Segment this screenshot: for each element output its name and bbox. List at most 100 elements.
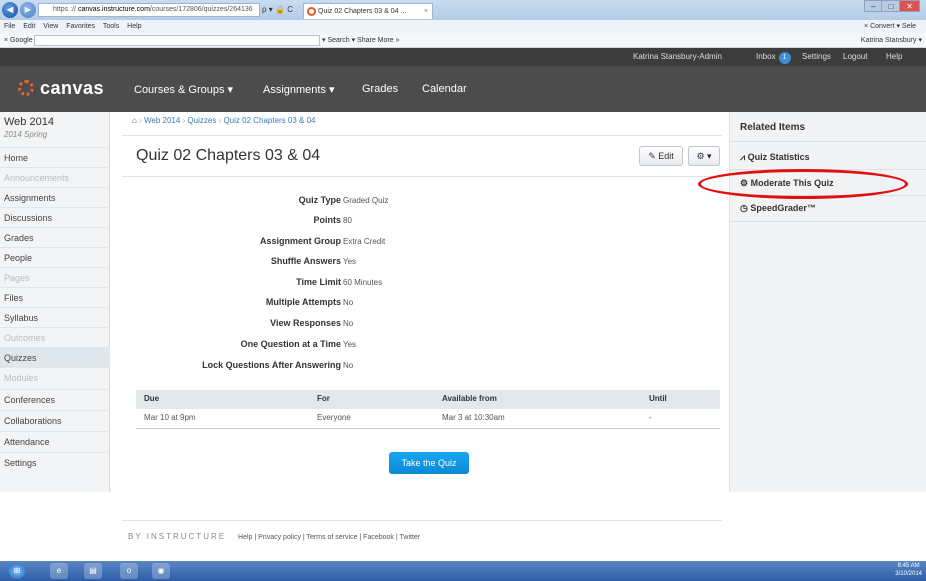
canvas-favicon-icon xyxy=(307,7,316,16)
menu-view[interactable]: View xyxy=(43,23,58,30)
sidebar-item-pages[interactable]: Pages xyxy=(0,267,110,287)
edit-button[interactable]: ✎ Edit xyxy=(639,146,683,166)
menu-tools[interactable]: Tools xyxy=(103,23,119,30)
google-search-input[interactable] xyxy=(34,35,320,46)
settings-menu-button[interactable]: ⚙ ▾ xyxy=(688,146,720,166)
sidebar-item-settings[interactable]: Settings xyxy=(0,452,110,472)
nav-grades[interactable]: Grades xyxy=(362,83,398,95)
user-name-link[interactable]: Katrina Stansbury-Admin xyxy=(633,48,722,66)
help-link[interactable]: Help xyxy=(886,48,902,66)
url-path: /courses/172806/quizzes/264136 xyxy=(149,6,253,13)
quiz-statistics-link[interactable]: ⩘ Quiz Statistics xyxy=(740,152,920,163)
address-tools[interactable]: ρ ▾ 🔒 C xyxy=(262,5,293,14)
canvas-logo[interactable]: canvas xyxy=(18,78,104,99)
divider xyxy=(122,176,722,177)
divider xyxy=(730,141,926,142)
detail-value: Yes xyxy=(343,340,357,349)
browser-titlebar: ◄ ► https :// canvas.instructure.com/cou… xyxy=(0,0,926,20)
logout-link[interactable]: Logout xyxy=(843,48,867,66)
menu-favorites[interactable]: Favorites xyxy=(66,23,95,30)
start-button-icon[interactable]: ⊞ xyxy=(8,563,26,579)
address-bar[interactable]: https :// canvas.instructure.com/courses… xyxy=(38,3,260,17)
menu-help[interactable]: Help xyxy=(127,23,141,30)
google-toolbar-buttons[interactable]: ▾ Search ▾ Share More » xyxy=(322,33,399,48)
sidebar-item-files[interactable]: Files xyxy=(0,287,110,307)
table-header: Due For Available from Until xyxy=(136,390,720,409)
detail-value: No xyxy=(343,319,354,328)
speedgrader-link[interactable]: ◷ SpeedGrader™ xyxy=(740,203,920,214)
windows-taskbar: ⊞ e ▤ o ◉ 8:45 AM 3/10/2014 xyxy=(0,561,926,581)
breadcrumb-quiz[interactable]: Quiz 02 Chapters 03 & 04 xyxy=(223,116,315,125)
take-quiz-button[interactable]: Take the Quiz xyxy=(389,452,469,474)
sidebar-item-quizzes[interactable]: Quizzes xyxy=(0,347,110,367)
detail-label: Assignment Group xyxy=(259,236,341,246)
detail-label: View Responses xyxy=(270,318,341,328)
inbox-link[interactable]: Inbox 1 xyxy=(756,48,791,66)
footer-links[interactable]: Help | Privacy policy | Terms of service… xyxy=(238,534,420,541)
home-icon[interactable]: ⌂ xyxy=(132,116,137,125)
back-arrow-icon[interactable]: ◄ xyxy=(2,2,18,18)
sidebar-item-home[interactable]: Home xyxy=(0,147,110,167)
nav-courses-groups[interactable]: Courses & Groups ▾ xyxy=(134,83,233,96)
column-header-due: Due xyxy=(144,394,160,403)
maximize-icon[interactable]: □ xyxy=(881,0,901,12)
main-header: canvas Courses & Groups ▾ Assignments ▾ … xyxy=(0,66,926,112)
app-icon[interactable]: ◉ xyxy=(152,563,170,579)
nav-calendar[interactable]: Calendar xyxy=(422,83,467,95)
sidebar-item-assignments[interactable]: Assignments xyxy=(0,187,110,207)
breadcrumb: ⌂ › Web 2014 › Quizzes › Quiz 02 Chapter… xyxy=(132,116,316,125)
google-user[interactable]: Katrina Stansbury ▾ xyxy=(861,33,922,48)
instructure-brand[interactable]: BY INSTRUCTURE xyxy=(128,532,226,541)
outlook-icon[interactable]: o xyxy=(120,563,138,579)
detail-label: Lock Questions After Answering xyxy=(202,360,341,370)
divider xyxy=(122,135,722,136)
canvas-logo-icon xyxy=(18,80,34,96)
sidebar-item-syllabus[interactable]: Syllabus xyxy=(0,307,110,327)
sidebar-item-grades[interactable]: Grades xyxy=(0,227,110,247)
page-title: Quiz 02 Chapters 03 & 04 xyxy=(136,147,321,164)
close-tab-icon[interactable]: × xyxy=(424,4,428,19)
sidebar-item-collaborations[interactable]: Collaborations xyxy=(0,410,110,430)
close-window-icon[interactable]: ✕ xyxy=(899,0,920,12)
course-name[interactable]: Web 2014 xyxy=(4,116,54,128)
chevron-down-icon: ▾ xyxy=(707,151,712,161)
file-explorer-icon[interactable]: ▤ xyxy=(84,563,102,579)
sidebar-item-conferences[interactable]: Conferences xyxy=(0,389,110,409)
sidebar-item-announcements[interactable]: Announcements xyxy=(0,167,110,187)
related-items-heading: Related Items xyxy=(740,122,806,133)
sidebar-item-discussions[interactable]: Discussions xyxy=(0,207,110,227)
detail-label: Points xyxy=(313,215,341,225)
column-header-for: For xyxy=(317,394,330,403)
settings-link[interactable]: Settings xyxy=(802,48,831,66)
clock-icon: ◷ xyxy=(740,203,751,213)
sidebar-item-people[interactable]: People xyxy=(0,247,110,267)
detail-value: 80 xyxy=(343,216,352,225)
internet-explorer-icon[interactable]: e xyxy=(50,563,68,579)
column-header-available: Available from xyxy=(442,394,497,403)
browser-tab[interactable]: Quiz 02 Chapters 03 & 04 ... × xyxy=(303,3,433,19)
menu-edit[interactable]: Edit xyxy=(23,23,35,30)
forward-arrow-icon[interactable]: ► xyxy=(20,2,36,18)
system-clock[interactable]: 8:45 AM 3/10/2014 xyxy=(895,562,922,578)
sidebar-item-modules[interactable]: Modules xyxy=(0,367,110,387)
edit-label: Edit xyxy=(658,151,674,161)
sidebar-item-attendance[interactable]: Attendance xyxy=(0,431,110,451)
detail-value: No xyxy=(343,361,354,370)
quiz-statistics-label: Quiz Statistics xyxy=(747,152,810,162)
nav-assignments[interactable]: Assignments ▾ xyxy=(263,83,335,96)
clock-date: 3/10/2014 xyxy=(895,571,922,577)
menu-file[interactable]: File xyxy=(4,23,15,30)
detail-label: Multiple Attempts xyxy=(265,297,341,307)
breadcrumb-quizzes[interactable]: Quizzes xyxy=(187,116,216,125)
cell-available: Mar 3 at 10:30am xyxy=(442,413,505,422)
clock-time: 8:45 AM xyxy=(897,563,920,569)
breadcrumb-course[interactable]: Web 2014 xyxy=(144,116,180,125)
minimize-icon[interactable]: – xyxy=(864,0,883,12)
sidebar-item-outcomes[interactable]: Outcomes xyxy=(0,327,110,347)
convert-toolbar[interactable]: × Convert ▾ Sele xyxy=(864,20,916,33)
detail-value: Yes xyxy=(343,257,357,266)
google-label[interactable]: × Google xyxy=(4,33,33,48)
browser-menubar: File Edit View Favorites Tools Help × Co… xyxy=(0,20,926,33)
tab-title: Quiz 02 Chapters 03 & 04 ... xyxy=(318,8,407,15)
cell-for: Everyone xyxy=(317,413,351,422)
